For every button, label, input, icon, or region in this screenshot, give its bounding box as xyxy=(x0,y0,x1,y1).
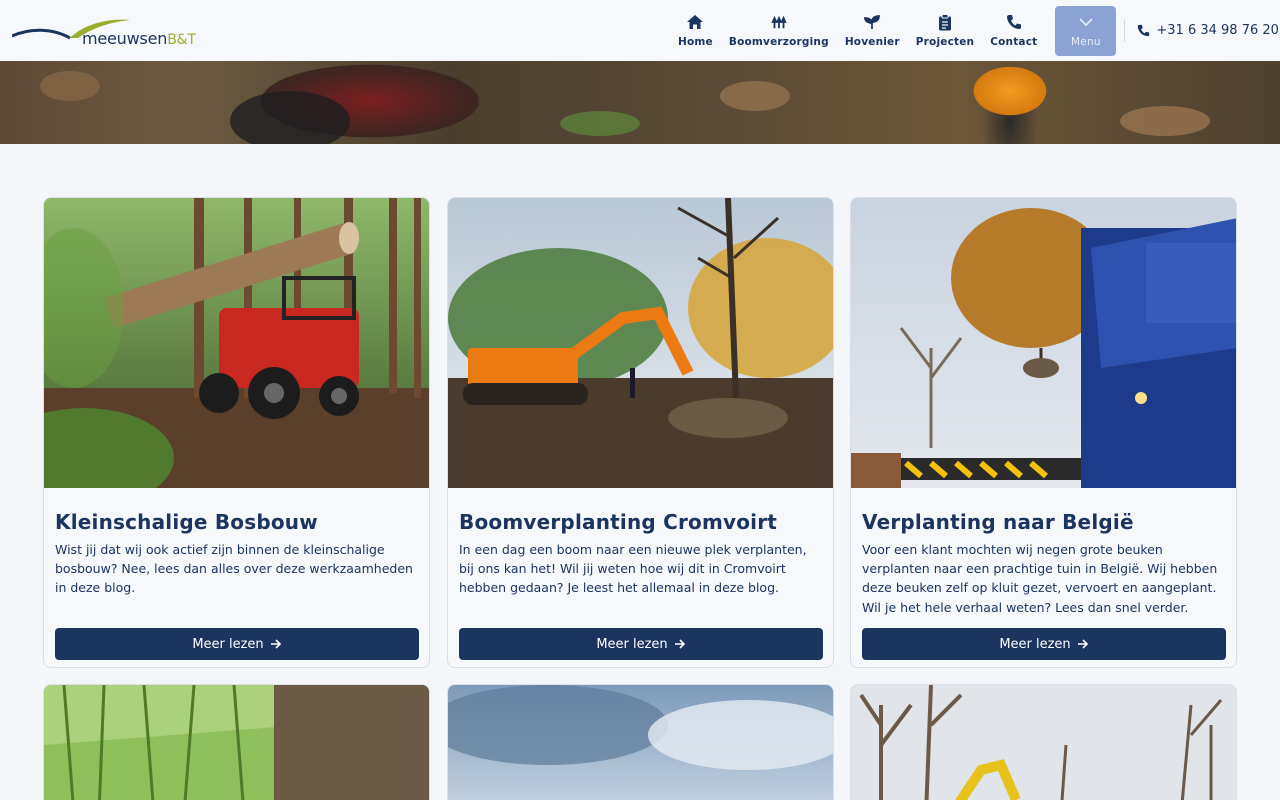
main-nav: Home Boomverzorging Hovenier Projecten C… xyxy=(670,0,1279,61)
nav-boomverzorging-label: Boomverzorging xyxy=(728,36,829,48)
card-title[interactable]: Boomverplanting Cromvoirt xyxy=(459,510,777,534)
read-more-button[interactable]: Meer lezen xyxy=(55,628,419,660)
nav-hovenier[interactable]: Hovenier xyxy=(837,6,908,56)
menu-button[interactable]: Menu xyxy=(1055,5,1117,56)
card-description: Voor een klant mochten wij negen grote b… xyxy=(862,542,1218,615)
blog-card: Kleinschalige Bosbouw Wist jij dat wij o… xyxy=(43,197,430,668)
sprout-icon xyxy=(863,13,881,31)
read-more-button[interactable]: Meer lezen xyxy=(862,628,1226,660)
site-header: meeuwsenB&T Home Boomverzorging Hovenier… xyxy=(0,0,1280,61)
nav-hovenier-label: Hovenier xyxy=(844,36,900,48)
trees-icon xyxy=(770,13,788,31)
menu-label: Menu xyxy=(1071,36,1101,48)
phone-icon xyxy=(1137,24,1150,37)
chevron-down-icon xyxy=(1077,13,1095,31)
blog-card-image[interactable] xyxy=(850,684,1237,800)
logo[interactable]: meeuwsenB&T xyxy=(12,14,202,48)
read-more-label: Meer lezen xyxy=(192,636,264,652)
clipboard-icon xyxy=(936,13,954,31)
home-icon xyxy=(686,13,704,31)
phone-icon xyxy=(1005,13,1023,31)
phone-link[interactable]: +31 6 34 98 76 20 xyxy=(1137,23,1279,38)
card-description: Wist jij dat wij ook actief zijn binnen … xyxy=(55,542,413,596)
card-image[interactable] xyxy=(448,198,833,488)
hero-image xyxy=(0,61,1280,144)
blog-card: Verplanting naar België Voor een klant m… xyxy=(850,197,1237,668)
logo-text: meeuwsenB&T xyxy=(82,29,196,48)
arrow-right-icon xyxy=(674,638,686,650)
read-more-button[interactable]: Meer lezen xyxy=(459,628,823,660)
card-image[interactable] xyxy=(44,198,429,488)
nav-projecten[interactable]: Projecten xyxy=(908,6,982,56)
nav-contact-label: Contact xyxy=(990,36,1038,48)
card-title[interactable]: Kleinschalige Bosbouw xyxy=(55,510,318,534)
nav-contact[interactable]: Contact xyxy=(982,6,1045,56)
card-description: In een dag een boom naar een nieuwe plek… xyxy=(459,542,807,596)
read-more-label: Meer lezen xyxy=(596,636,668,652)
blog-card-image[interactable] xyxy=(43,684,430,800)
card-title[interactable]: Verplanting naar België xyxy=(862,510,1134,534)
arrow-right-icon xyxy=(1077,638,1089,650)
phone-number: +31 6 34 98 76 20 xyxy=(1156,23,1279,38)
arrow-right-icon xyxy=(270,638,282,650)
nav-home[interactable]: Home xyxy=(670,6,721,56)
nav-projecten-label: Projecten xyxy=(915,36,975,48)
read-more-label: Meer lezen xyxy=(999,636,1071,652)
nav-divider xyxy=(1124,19,1126,42)
nav-home-label: Home xyxy=(678,36,713,48)
nav-boomverzorging[interactable]: Boomverzorging xyxy=(721,6,837,56)
card-image[interactable] xyxy=(851,198,1236,488)
blog-card: Boomverplanting Cromvoirt In een dag een… xyxy=(447,197,834,668)
blog-card-image[interactable] xyxy=(447,684,834,800)
